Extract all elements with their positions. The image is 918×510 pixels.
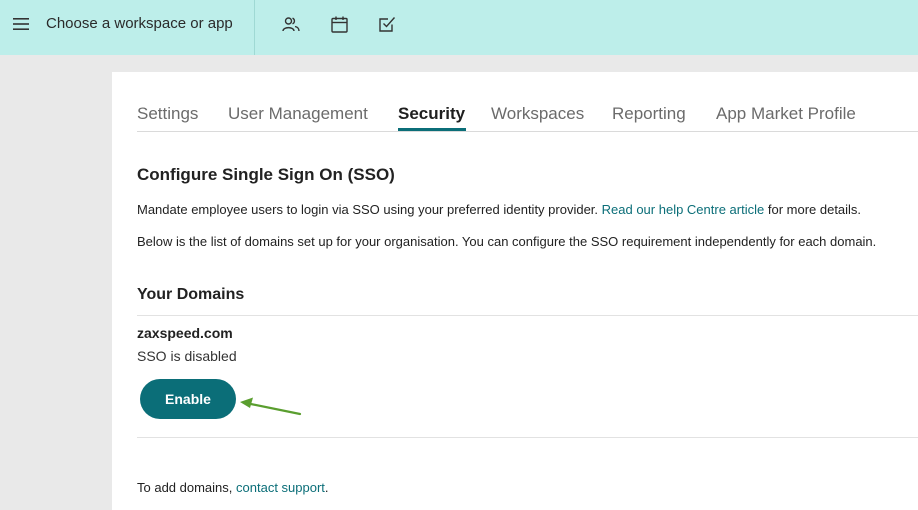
tab-settings[interactable]: Settings: [137, 104, 198, 124]
sso-intro-suffix: for more details.: [764, 202, 862, 217]
domains-divider-bottom: [137, 437, 918, 438]
contact-support-link[interactable]: contact support: [236, 480, 325, 495]
menu-icon[interactable]: [12, 15, 30, 33]
tab-app-market-profile[interactable]: App Market Profile: [716, 104, 856, 124]
topbar-divider: [254, 0, 255, 55]
sso-intro: Mandate employee users to login via SSO …: [137, 202, 861, 217]
top-bar: Choose a workspace or app: [0, 0, 918, 55]
domain-sso-status: SSO is disabled: [137, 348, 237, 364]
add-domains-suffix: .: [324, 480, 329, 495]
tab-reporting[interactable]: Reporting: [612, 104, 686, 124]
workspace-selector[interactable]: Choose a workspace or app: [46, 15, 233, 32]
calendar-icon[interactable]: [329, 14, 349, 34]
tab-user-management[interactable]: User Management: [228, 104, 368, 124]
active-tab-indicator: [398, 128, 466, 131]
sso-intro-text: Mandate employee users to login via SSO …: [137, 202, 602, 217]
domains-divider-top: [137, 315, 918, 316]
security-settings-panel: Settings User Management Security Worksp…: [112, 72, 918, 510]
domain-name: zaxspeed.com: [137, 325, 233, 341]
sso-title: Configure Single Sign On (SSO): [137, 165, 395, 184]
people-icon[interactable]: [281, 14, 301, 34]
enable-sso-button[interactable]: Enable: [140, 379, 236, 419]
tab-workspaces[interactable]: Workspaces: [491, 104, 584, 124]
settings-tabs: Settings User Management Security Worksp…: [137, 102, 918, 132]
add-domains-note: To add domains, contact support.: [137, 480, 329, 495]
checkbox-icon[interactable]: [377, 14, 397, 34]
tab-security[interactable]: Security: [398, 104, 465, 124]
help-centre-link[interactable]: Read our help Centre article: [602, 202, 765, 217]
add-domains-text: To add domains,: [137, 480, 237, 495]
pointer-arrow-icon: [240, 397, 302, 416]
domains-note: Below is the list of domains set up for …: [137, 234, 877, 249]
your-domains-heading: Your Domains: [137, 286, 245, 303]
